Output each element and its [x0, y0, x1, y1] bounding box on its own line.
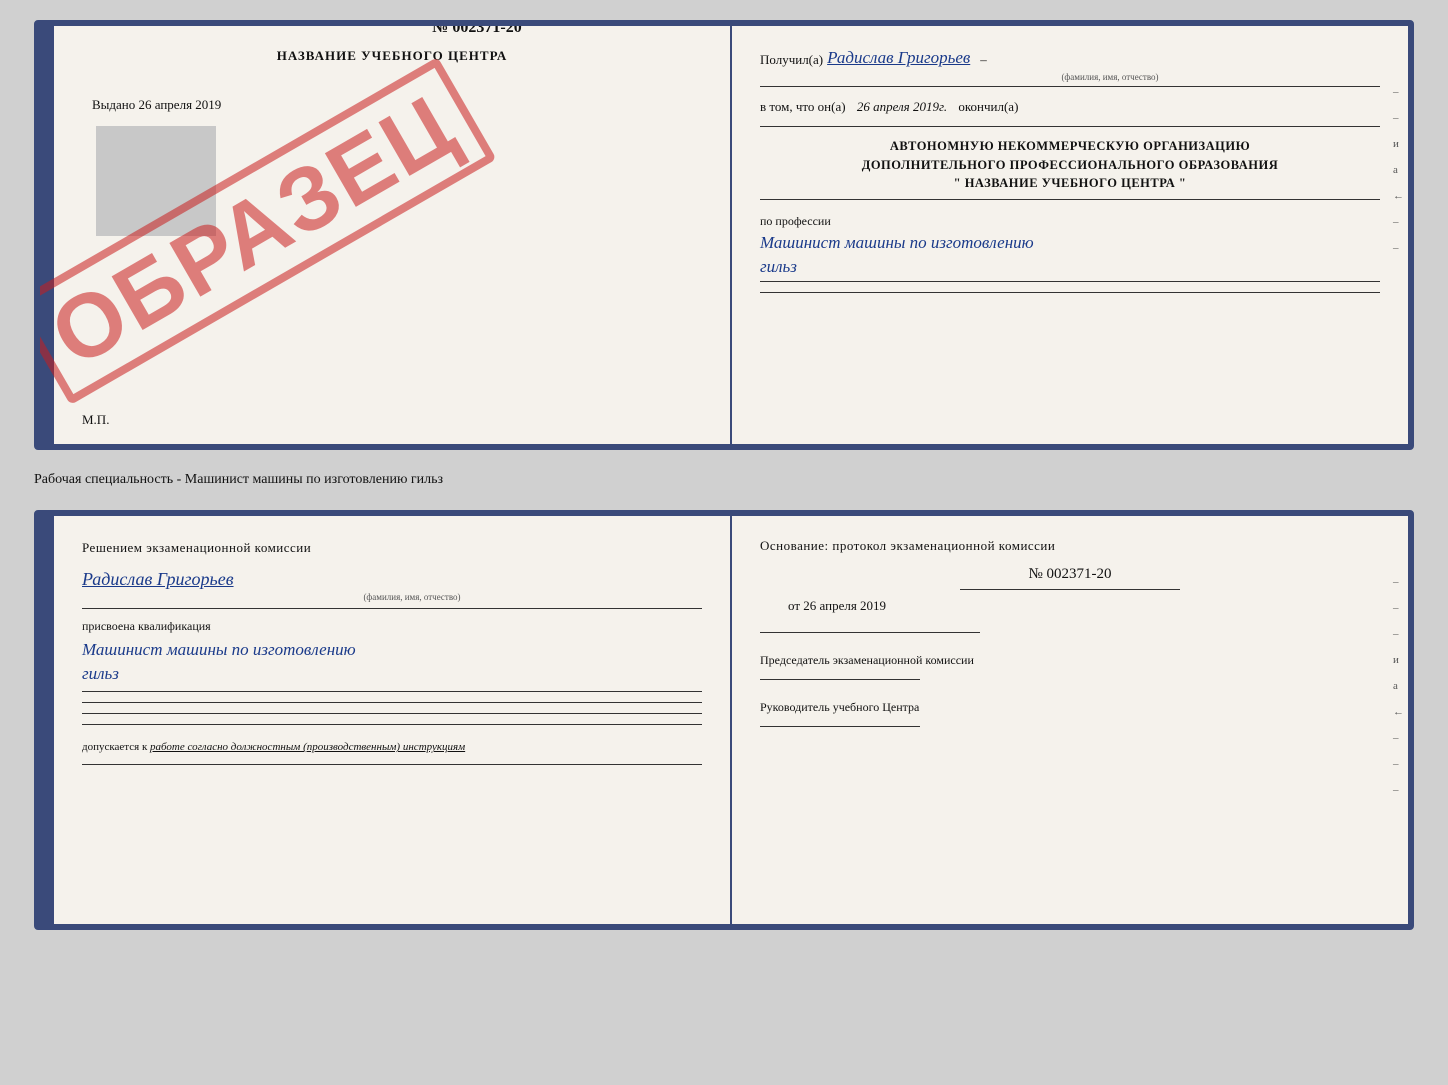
- name-caption-top: (фамилия, имя, отчество): [840, 72, 1380, 82]
- org-line1: АВТОНОМНУЮ НЕКОММЕРЧЕСКУЮ ОРГАНИЗАЦИЮ: [760, 137, 1380, 156]
- qual-val1: Машинист машины по изготовлению: [82, 640, 356, 659]
- cert-number: № 002371-20: [252, 20, 702, 37]
- qual-val2: гильз: [82, 664, 119, 683]
- profession-label: по профессии: [760, 214, 1380, 229]
- bottom-document: Решением экзаменационной комиссии Радисл…: [34, 510, 1414, 930]
- assigned-text: присвоена квалификация: [82, 619, 702, 634]
- photo-placeholder: [96, 126, 216, 236]
- completed-prefix: в том, что он(а): [760, 99, 846, 114]
- top-right-panel: Получил(а) Радислав Григорьев – (фамилия…: [732, 26, 1408, 444]
- chairman-block: Председатель экзаменационной комиссии: [760, 651, 1380, 680]
- protocol-number: № 002371-20: [760, 566, 1380, 583]
- top-document: НАЗВАНИЕ УЧЕБНОГО ЦЕНТРА УДОСТОВЕРЕНИЕ №…: [34, 20, 1414, 450]
- line-5: [760, 292, 1380, 293]
- head-label: Руководитель учебного Центра: [760, 698, 1380, 716]
- protocol-date: от 26 апреля 2019: [788, 598, 1380, 614]
- chairman-sign-line: [760, 679, 920, 680]
- received-prefix: Получил(а): [760, 52, 823, 68]
- profession-val1: Машинист машины по изготовлению: [760, 233, 1034, 252]
- line-1: [760, 86, 1380, 87]
- bline-2: [82, 691, 702, 692]
- completed-date: 26 апреля 2019г.: [857, 99, 947, 114]
- protocol-date-val: 26 апреля 2019: [803, 598, 886, 613]
- date-line: [760, 632, 980, 633]
- profession-value: Машинист машины по изготовлению гильз: [760, 231, 1380, 279]
- allowed-prefix: допускается к: [82, 741, 147, 753]
- line-3: [760, 199, 1380, 200]
- completed-line: в том, что он(а) 26 апреля 2019г. окончи…: [760, 97, 1380, 118]
- bline-6: [82, 764, 702, 765]
- specialty-line: Рабочая специальность - Машинист машины …: [34, 468, 1414, 492]
- bline-3: [82, 702, 702, 703]
- org-name: " НАЗВАНИЕ УЧЕБНОГО ЦЕНТРА ": [760, 174, 1380, 193]
- bline-1: [82, 608, 702, 609]
- issued-prefix: Выдано: [92, 97, 135, 112]
- qual-value: Машинист машины по изготовлению гильз: [82, 638, 702, 686]
- head-block: Руководитель учебного Центра: [760, 698, 1380, 727]
- org-block: АВТОНОМНУЮ НЕКОММЕРЧЕСКУЮ ОРГАНИЗАЦИЮ ДО…: [760, 137, 1380, 193]
- decision-name: Радислав Григорьев: [82, 569, 234, 589]
- side-marks-top: – – и а ← – –: [1393, 86, 1404, 254]
- bline-4: [82, 713, 702, 714]
- bline-5: [82, 724, 702, 725]
- received-name: Радислав Григорьев: [827, 48, 970, 68]
- received-line: Получил(а) Радислав Григорьев –: [760, 48, 1380, 68]
- line-2: [760, 126, 1380, 127]
- head-sign-line: [760, 726, 920, 727]
- org-line2: ДОПОЛНИТЕЛЬНОГО ПРОФЕССИОНАЛЬНОГО ОБРАЗО…: [760, 156, 1380, 175]
- completed-suffix: окончил(а): [958, 99, 1018, 114]
- profession-val2: гильз: [760, 257, 797, 276]
- spine-bottom: [40, 516, 54, 924]
- line-4: [760, 281, 1380, 282]
- protocol-line: [960, 589, 1180, 590]
- issued-line: Выдано 26 апреля 2019: [92, 97, 702, 113]
- decision-text: Решением экзаменационной комиссии: [82, 538, 702, 559]
- basis-text: Основание: протокол экзаменационной коми…: [760, 538, 1380, 554]
- date-prefix: от: [788, 598, 800, 613]
- side-marks-bottom: – – – и а ← – – –: [1393, 576, 1404, 796]
- issued-date: 26 апреля 2019: [139, 97, 222, 112]
- chairman-label: Председатель экзаменационной комиссии: [760, 651, 1380, 669]
- bottom-right-panel: Основание: протокол экзаменационной коми…: [732, 516, 1408, 924]
- bottom-left-panel: Решением экзаменационной комиссии Радисл…: [54, 516, 732, 924]
- school-name-top: НАЗВАНИЕ УЧЕБНОГО ЦЕНТРА: [82, 48, 702, 64]
- mp-label: М.П.: [82, 412, 109, 428]
- allowed-italic: работе согласно должностным (производств…: [150, 741, 465, 753]
- spine-top: [40, 26, 54, 444]
- top-left-panel: НАЗВАНИЕ УЧЕБНОГО ЦЕНТРА УДОСТОВЕРЕНИЕ №…: [54, 26, 732, 444]
- name-caption-bottom: (фамилия, имя, отчество): [122, 592, 702, 602]
- allowed-text: допускается к работе согласно должностны…: [82, 739, 702, 756]
